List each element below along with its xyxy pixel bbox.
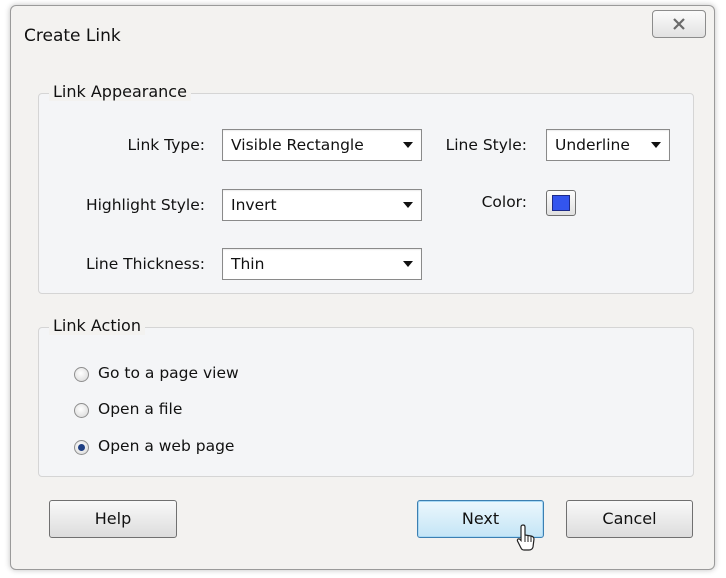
highlight-style-label: Highlight Style: [85, 196, 205, 214]
chevron-down-icon [403, 261, 413, 267]
radio-selected-dot [78, 444, 85, 451]
line-style-dropdown[interactable]: Underline [546, 129, 670, 161]
mouse-pointer-icon [516, 524, 535, 551]
title-bar: Create Link [11, 6, 714, 62]
color-label: Color: [481, 193, 527, 211]
line-thickness-label: Line Thickness: [85, 255, 205, 273]
chevron-down-icon [651, 142, 661, 148]
line-style-dropdown-arrow[interactable] [643, 130, 669, 160]
link-action-legend: Link Action [49, 316, 145, 335]
radio-button[interactable] [74, 403, 89, 418]
link-type-dropdown-arrow[interactable] [395, 130, 421, 160]
color-swatch [552, 195, 570, 211]
radio-label: Go to a page view [98, 364, 239, 382]
line-style-label: Line Style: [445, 136, 527, 154]
highlight-style-dropdown[interactable]: Invert [222, 189, 422, 221]
chevron-down-icon [403, 202, 413, 208]
link-type-label: Link Type: [127, 136, 206, 154]
line-thickness-value: Thin [231, 255, 265, 273]
radio-button[interactable] [74, 367, 89, 382]
link-appearance-legend: Link Appearance [49, 82, 191, 101]
radio-label: Open a web page [98, 437, 235, 455]
radio-label: Open a file [98, 400, 183, 418]
dialog-title: Create Link [24, 26, 121, 46]
close-button[interactable] [652, 10, 706, 38]
line-thickness-dropdown[interactable]: Thin [222, 248, 422, 280]
color-picker-button[interactable] [546, 190, 576, 216]
chevron-down-icon [403, 142, 413, 148]
close-icon [673, 18, 685, 30]
line-style-value: Underline [555, 136, 630, 154]
link-type-dropdown[interactable]: Visible Rectangle [222, 129, 422, 161]
highlight-style-dropdown-arrow[interactable] [395, 190, 421, 220]
highlight-style-value: Invert [231, 196, 277, 214]
help-button[interactable]: Help [49, 500, 177, 538]
radio-button[interactable] [74, 440, 89, 455]
line-thickness-dropdown-arrow[interactable] [395, 249, 421, 279]
cancel-button[interactable]: Cancel [566, 500, 693, 538]
link-type-value: Visible Rectangle [231, 136, 364, 154]
